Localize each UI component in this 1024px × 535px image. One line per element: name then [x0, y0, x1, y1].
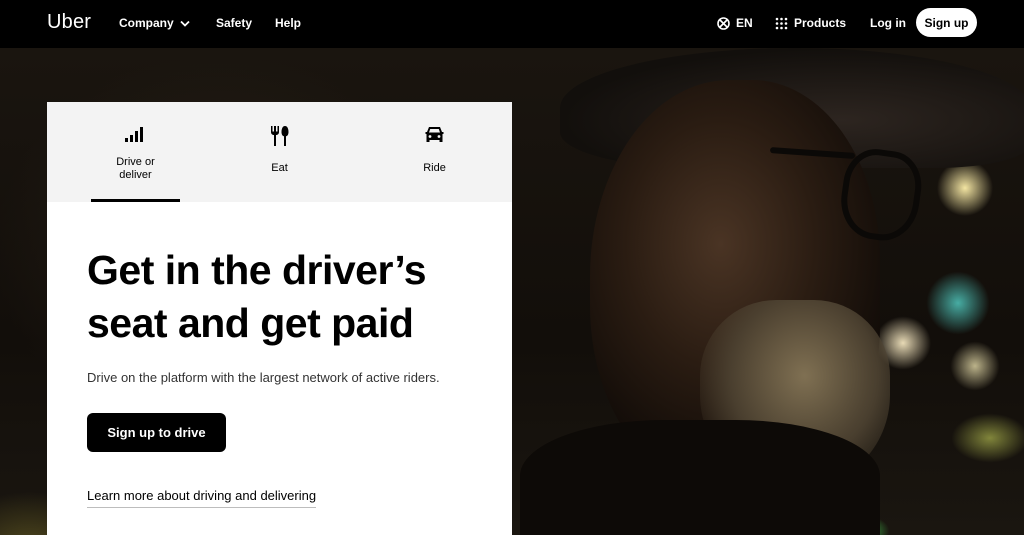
- tab-eat[interactable]: Eat: [235, 102, 324, 202]
- uber-logo[interactable]: Uber: [47, 11, 91, 34]
- car-icon: [425, 127, 444, 142]
- tab-ride[interactable]: Ride: [390, 102, 479, 202]
- nav-safety-link[interactable]: Safety: [216, 16, 252, 30]
- chevron-down-icon: [180, 20, 190, 27]
- top-navigation: Uber Company Safety Help EN Products Log…: [0, 0, 1024, 48]
- tab-ride-label: Ride: [423, 162, 446, 174]
- language-label: EN: [736, 16, 753, 30]
- nav-help-link[interactable]: Help: [275, 16, 301, 30]
- active-tab-indicator: [91, 199, 180, 202]
- learn-more-link[interactable]: Learn more about driving and delivering: [87, 488, 317, 508]
- tab-eat-label: Eat: [271, 162, 288, 174]
- signup-button[interactable]: Sign up: [916, 8, 977, 37]
- signal-bars-icon: [125, 127, 143, 142]
- grid-dots-icon: [775, 17, 788, 29]
- products-label: Products: [794, 16, 847, 30]
- hero-subline: Drive on the platform with the largest n…: [87, 370, 440, 385]
- tab-drive-or-deliver[interactable]: Drive or deliver: [91, 102, 180, 202]
- globe-icon: [717, 16, 730, 30]
- nav-company-label: Company: [119, 16, 174, 30]
- hero-headline: Get in the driver’s seat and get paid: [87, 247, 427, 346]
- hero-card: Drive or deliver Eat Ride Get in the dri…: [47, 102, 512, 535]
- products-menu[interactable]: Products: [775, 16, 846, 30]
- nav-company-menu[interactable]: Company: [119, 16, 190, 30]
- sign-up-to-drive-button[interactable]: Sign up to drive: [87, 413, 226, 452]
- tab-drive-or-deliver-label: Drive or deliver: [116, 156, 155, 181]
- fork-knife-icon: [271, 126, 289, 146]
- login-link[interactable]: Log in: [870, 16, 906, 30]
- driver-body-shape: [520, 420, 880, 535]
- product-tabs: Drive or deliver Eat Ride: [47, 102, 512, 202]
- language-selector[interactable]: EN: [717, 16, 753, 30]
